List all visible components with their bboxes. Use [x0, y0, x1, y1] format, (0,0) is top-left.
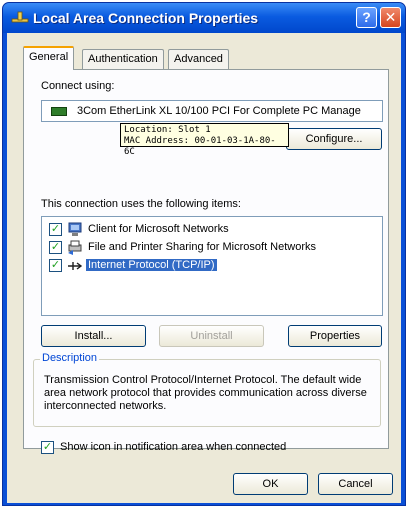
item-label: File and Printer Sharing for Microsoft N… [88, 241, 317, 253]
item-label: Client for Microsoft Networks [88, 223, 229, 235]
dialog-client-area: General Authentication Advanced Connect … [7, 33, 401, 503]
show-icon-checkbox[interactable]: ✓ [41, 441, 54, 454]
install-button[interactable]: Install... [41, 325, 146, 347]
item-checkbox[interactable]: ✓ [49, 259, 62, 272]
properties-window: Local Area Connection Properties ? ✕ Gen… [2, 2, 406, 506]
adapter-tooltip: Location: Slot 1 MAC Address: 00-01-03-1… [120, 123, 289, 157]
items-list[interactable]: ✓ Client for Microsoft Networks ✓ File a… [41, 216, 383, 316]
network-adapter-icon [51, 107, 67, 116]
file-printer-sharing-icon [68, 240, 82, 255]
properties-button[interactable]: Properties [288, 325, 382, 347]
tooltip-location: Location: Slot 1 [124, 125, 211, 135]
tab-advanced[interactable]: Advanced [168, 49, 229, 69]
items-label: This connection uses the following items… [41, 198, 241, 210]
general-tab-panel: Connect using: 3Com EtherLink XL 10/100 … [23, 69, 389, 454]
adapter-name: 3Com EtherLink XL 10/100 PCI For Complet… [77, 105, 361, 117]
cancel-button[interactable]: Cancel [318, 473, 393, 495]
network-client-icon [68, 222, 82, 236]
list-item[interactable]: ✓ Internet Protocol (TCP/IP) [42, 257, 382, 275]
connect-using-label: Connect using: [41, 80, 115, 92]
description-text: Transmission Control Protocol/Internet P… [44, 374, 367, 412]
ok-button[interactable]: OK [233, 473, 308, 495]
uninstall-button[interactable]: Uninstall [159, 325, 264, 347]
item-checkbox[interactable]: ✓ [49, 241, 62, 254]
tooltip-mac-address: MAC Address: 00-01-03-1A-80-6C [124, 136, 276, 157]
tab-authentication[interactable]: Authentication [82, 49, 164, 69]
list-item[interactable]: ✓ File and Printer Sharing for Microsoft… [42, 239, 382, 257]
network-connection-icon [11, 11, 29, 23]
window-title: Local Area Connection Properties [33, 10, 259, 26]
list-item[interactable]: ✓ Client for Microsoft Networks [42, 221, 382, 239]
adapter-field[interactable]: 3Com EtherLink XL 10/100 PCI For Complet… [41, 100, 383, 122]
item-label-selected: Internet Protocol (TCP/IP) [86, 259, 217, 271]
configure-button[interactable]: Configure... [286, 128, 382, 150]
tab-general[interactable]: General [23, 46, 75, 70]
show-icon-label: Show icon in notification area when conn… [60, 441, 287, 453]
item-checkbox[interactable]: ✓ [49, 223, 62, 236]
protocol-icon [68, 262, 83, 270]
close-button[interactable]: ✕ [380, 7, 401, 28]
description-group: Description Transmission Control Protoco… [33, 352, 381, 427]
help-button[interactable]: ? [356, 7, 377, 28]
title-bar[interactable]: Local Area Connection Properties ? ✕ [3, 3, 405, 33]
description-title: Description [40, 352, 100, 364]
